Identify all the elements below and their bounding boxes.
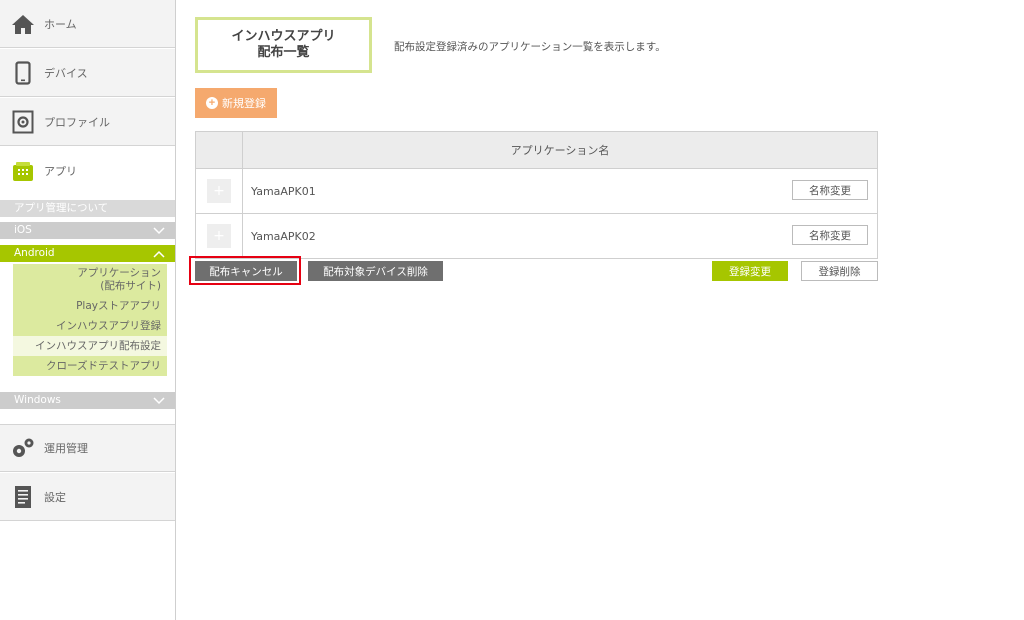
nav-home-label: ホーム (44, 17, 77, 31)
app-name-cell: YamaAPK01 名称変更 (242, 168, 878, 214)
rename-button[interactable]: 名称変更 (792, 180, 868, 200)
expand-cell: + (195, 168, 243, 214)
nav-home[interactable]: ホーム (0, 0, 175, 48)
delete-target-devices-button[interactable]: 配布対象デバイス削除 (308, 261, 443, 281)
ios-label: iOS (14, 224, 32, 236)
delete-registration-button[interactable]: 登録削除 (801, 261, 878, 281)
sidebar-item-closed-test-app[interactable]: クローズドテストアプリ (13, 356, 167, 376)
nav-settings-label: 設定 (44, 490, 66, 504)
table-row: + YamaAPK01 名称変更 (195, 168, 878, 214)
table-row: + YamaAPK02 名称変更 (195, 213, 878, 259)
android-label: Android (14, 247, 55, 259)
expand-plus-icon[interactable]: + (207, 179, 231, 203)
sidebar-item-app-about[interactable]: アプリ管理について (0, 200, 175, 217)
settings-document-icon (10, 484, 36, 510)
profile-gear-icon (10, 109, 36, 135)
table-header-app-name: アプリケーション名 (242, 131, 878, 169)
nav-device-label: デバイス (44, 66, 88, 80)
sidebar-item-inhouse-app-distribution[interactable]: インハウスアプリ配布設定 (13, 336, 167, 356)
windows-label: Windows (14, 394, 61, 406)
new-register-label: 新規登録 (222, 98, 266, 110)
nav-app-label: アプリ (44, 165, 77, 178)
sidebar-item-application-distribution-site[interactable]: アプリケーション (配布サイト) (13, 264, 167, 296)
android-submenu: アプリケーション (配布サイト) Playストアアプリ インハウスアプリ登録 イ… (13, 264, 167, 376)
page-title: インハウスアプリ 配布一覧 (195, 17, 372, 73)
sidebar-item-inhouse-app-register[interactable]: インハウスアプリ登録 (13, 316, 167, 336)
expand-plus-icon[interactable]: + (207, 224, 231, 248)
app-icon (10, 158, 36, 184)
application-label-line2: (配布サイト) (100, 280, 161, 292)
operation-gears-icon (10, 435, 36, 461)
page-description: 配布設定登録済みのアプリケーション一覧を表示します。 (394, 41, 666, 53)
page-title-line2: 配布一覧 (257, 45, 310, 60)
application-table: アプリケーション名 + YamaAPK01 名称変更 + YamaAPK02 名… (195, 131, 878, 259)
application-label-line1: アプリケーション (77, 267, 161, 279)
nav-settings[interactable]: 設定 (0, 473, 175, 521)
sidebar-item-android[interactable]: Android (0, 245, 175, 262)
page-title-line1: インハウスアプリ (231, 29, 336, 44)
cancel-distribution-button[interactable]: 配布キャンセル (195, 261, 297, 281)
chevron-up-icon (153, 245, 165, 262)
nav-profile[interactable]: プロファイル (0, 98, 175, 146)
sidebar-item-playstore-app[interactable]: Playストアアプリ (13, 296, 167, 316)
smartphone-icon (10, 60, 36, 86)
nav-profile-label: プロファイル (44, 115, 110, 129)
sidebar-item-ios[interactable]: iOS (0, 222, 175, 239)
app-name: YamaAPK02 (251, 229, 316, 243)
home-icon (10, 11, 36, 37)
update-registration-button[interactable]: 登録変更 (712, 261, 788, 281)
app-name-cell: YamaAPK02 名称変更 (242, 213, 878, 259)
new-register-button[interactable]: + 新規登録 (195, 88, 277, 118)
rename-button[interactable]: 名称変更 (792, 225, 868, 245)
plus-circle-icon: + (206, 97, 218, 109)
sidebar-item-windows[interactable]: Windows (0, 392, 175, 409)
sidebar: ホーム デバイス プロファイル アプリ アプリ管理について iOS Androi… (0, 0, 176, 620)
nav-device[interactable]: デバイス (0, 49, 175, 97)
nav-operation[interactable]: 運用管理 (0, 424, 175, 472)
app-about-label: アプリ管理について (14, 202, 109, 214)
chevron-down-icon (153, 392, 165, 409)
chevron-down-icon (153, 222, 165, 239)
table-header-row: アプリケーション名 (195, 131, 878, 169)
nav-app[interactable]: アプリ (0, 147, 175, 195)
expand-cell: + (195, 213, 243, 259)
nav-operation-label: 運用管理 (44, 442, 88, 455)
table-header-expand (195, 131, 243, 169)
app-name: YamaAPK01 (251, 184, 316, 198)
